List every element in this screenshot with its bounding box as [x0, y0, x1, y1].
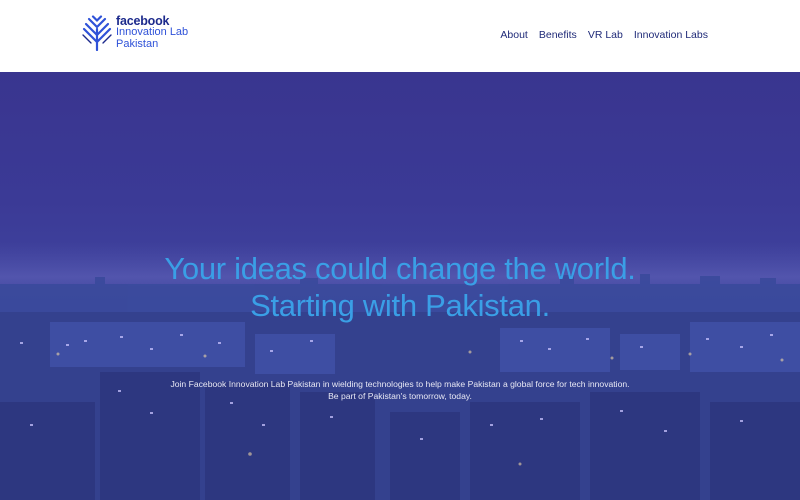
- main-nav: About Benefits VR Lab Innovation Labs: [489, 29, 708, 41]
- nav-benefits[interactable]: Benefits: [539, 29, 577, 41]
- nav-about[interactable]: About: [500, 29, 527, 41]
- nav-vr-lab[interactable]: VR Lab: [588, 29, 623, 41]
- hero-subtitle-line-1: Join Facebook Innovation Lab Pakistan in…: [170, 379, 630, 389]
- hero-section: Your ideas could change the world. Start…: [0, 72, 800, 500]
- hero-title-line-1: Your ideas could change the world.: [164, 251, 636, 286]
- logo-line-1: Innovation Lab: [116, 26, 189, 38]
- hero-subtitle-line-2: Be part of Pakistan's tomorrow, today.: [328, 391, 472, 401]
- nav-innovation-labs[interactable]: Innovation Labs: [634, 29, 708, 41]
- logo-text: facebook Innovation Lab Pakistan: [116, 15, 188, 50]
- hero-title-line-2: Starting with Pakistan.: [250, 288, 550, 323]
- site-header: facebook Innovation Lab Pakistan About B…: [0, 0, 800, 72]
- tree-logo-icon: [82, 15, 112, 51]
- logo-line-2: Pakistan: [116, 37, 159, 50]
- site-logo[interactable]: facebook Innovation Lab Pakistan: [82, 15, 188, 51]
